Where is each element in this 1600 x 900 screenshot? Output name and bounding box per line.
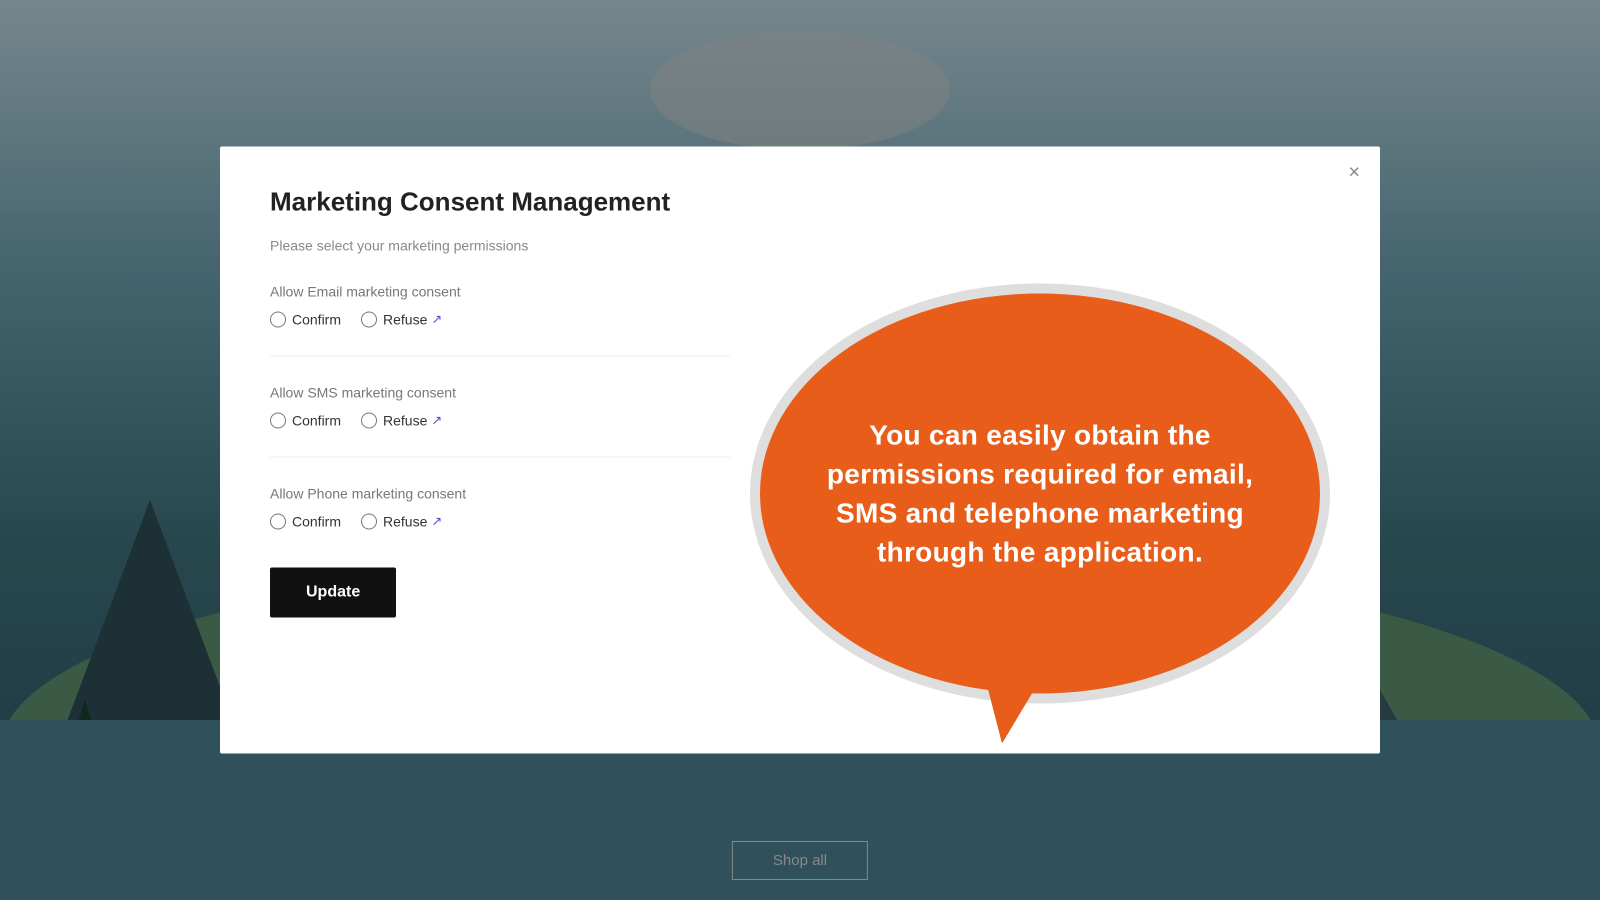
email-confirm-option[interactable]: Confirm (270, 312, 341, 328)
sms-consent-options: Confirm Refuse ↗ (270, 413, 730, 429)
speech-bubble-text: You can easily obtain the permissions re… (800, 415, 1280, 572)
close-button[interactable]: × (1348, 163, 1360, 183)
modal-body: Allow Email marketing consent Confirm Re… (270, 284, 1330, 704)
email-refuse-option[interactable]: Refuse (361, 312, 427, 328)
sms-refuse-label: Refuse (383, 413, 427, 429)
modal-left: Allow Email marketing consent Confirm Re… (270, 284, 730, 704)
phone-consent-section: Allow Phone marketing consent Confirm Re… (270, 486, 730, 530)
sms-consent-label: Allow SMS marketing consent (270, 385, 730, 401)
phone-refuse-wrapper: Refuse ↗ (361, 514, 442, 530)
phone-confirm-option[interactable]: Confirm (270, 514, 341, 530)
divider-2 (270, 457, 730, 458)
sms-refuse-link-icon[interactable]: ↗ (431, 413, 442, 429)
modal: × Marketing Consent Management Please se… (220, 147, 1380, 754)
email-consent-options: Confirm Refuse ↗ (270, 312, 730, 328)
modal-title: Marketing Consent Management (270, 187, 1330, 218)
email-refuse-radio[interactable] (361, 312, 377, 328)
email-refuse-label: Refuse (383, 312, 427, 328)
sms-consent-section: Allow SMS marketing consent Confirm Refu… (270, 385, 730, 429)
divider-1 (270, 356, 730, 357)
modal-right: You can easily obtain the permissions re… (750, 284, 1330, 704)
phone-refuse-option[interactable]: Refuse (361, 514, 427, 530)
email-confirm-radio[interactable] (270, 312, 286, 328)
email-confirm-label: Confirm (292, 312, 341, 328)
sms-refuse-option[interactable]: Refuse (361, 413, 427, 429)
sms-refuse-wrapper: Refuse ↗ (361, 413, 442, 429)
sms-confirm-radio[interactable] (270, 413, 286, 429)
phone-consent-label: Allow Phone marketing consent (270, 486, 730, 502)
shop-all-button[interactable]: Shop all (732, 841, 868, 880)
email-consent-section: Allow Email marketing consent Confirm Re… (270, 284, 730, 328)
update-button[interactable]: Update (270, 568, 396, 618)
phone-confirm-radio[interactable] (270, 514, 286, 530)
speech-bubble: You can easily obtain the permissions re… (760, 294, 1320, 694)
phone-refuse-radio[interactable] (361, 514, 377, 530)
email-consent-label: Allow Email marketing consent (270, 284, 730, 300)
phone-consent-options: Confirm Refuse ↗ (270, 514, 730, 530)
phone-refuse-link-icon[interactable]: ↗ (431, 514, 442, 530)
speech-bubble-border: You can easily obtain the permissions re… (750, 284, 1330, 704)
phone-confirm-label: Confirm (292, 514, 341, 530)
email-refuse-link-icon[interactable]: ↗ (431, 312, 442, 328)
phone-refuse-label: Refuse (383, 514, 427, 530)
sms-confirm-label: Confirm (292, 413, 341, 429)
modal-subtitle: Please select your marketing permissions (270, 238, 1330, 254)
sms-confirm-option[interactable]: Confirm (270, 413, 341, 429)
sms-refuse-radio[interactable] (361, 413, 377, 429)
email-refuse-wrapper: Refuse ↗ (361, 312, 442, 328)
